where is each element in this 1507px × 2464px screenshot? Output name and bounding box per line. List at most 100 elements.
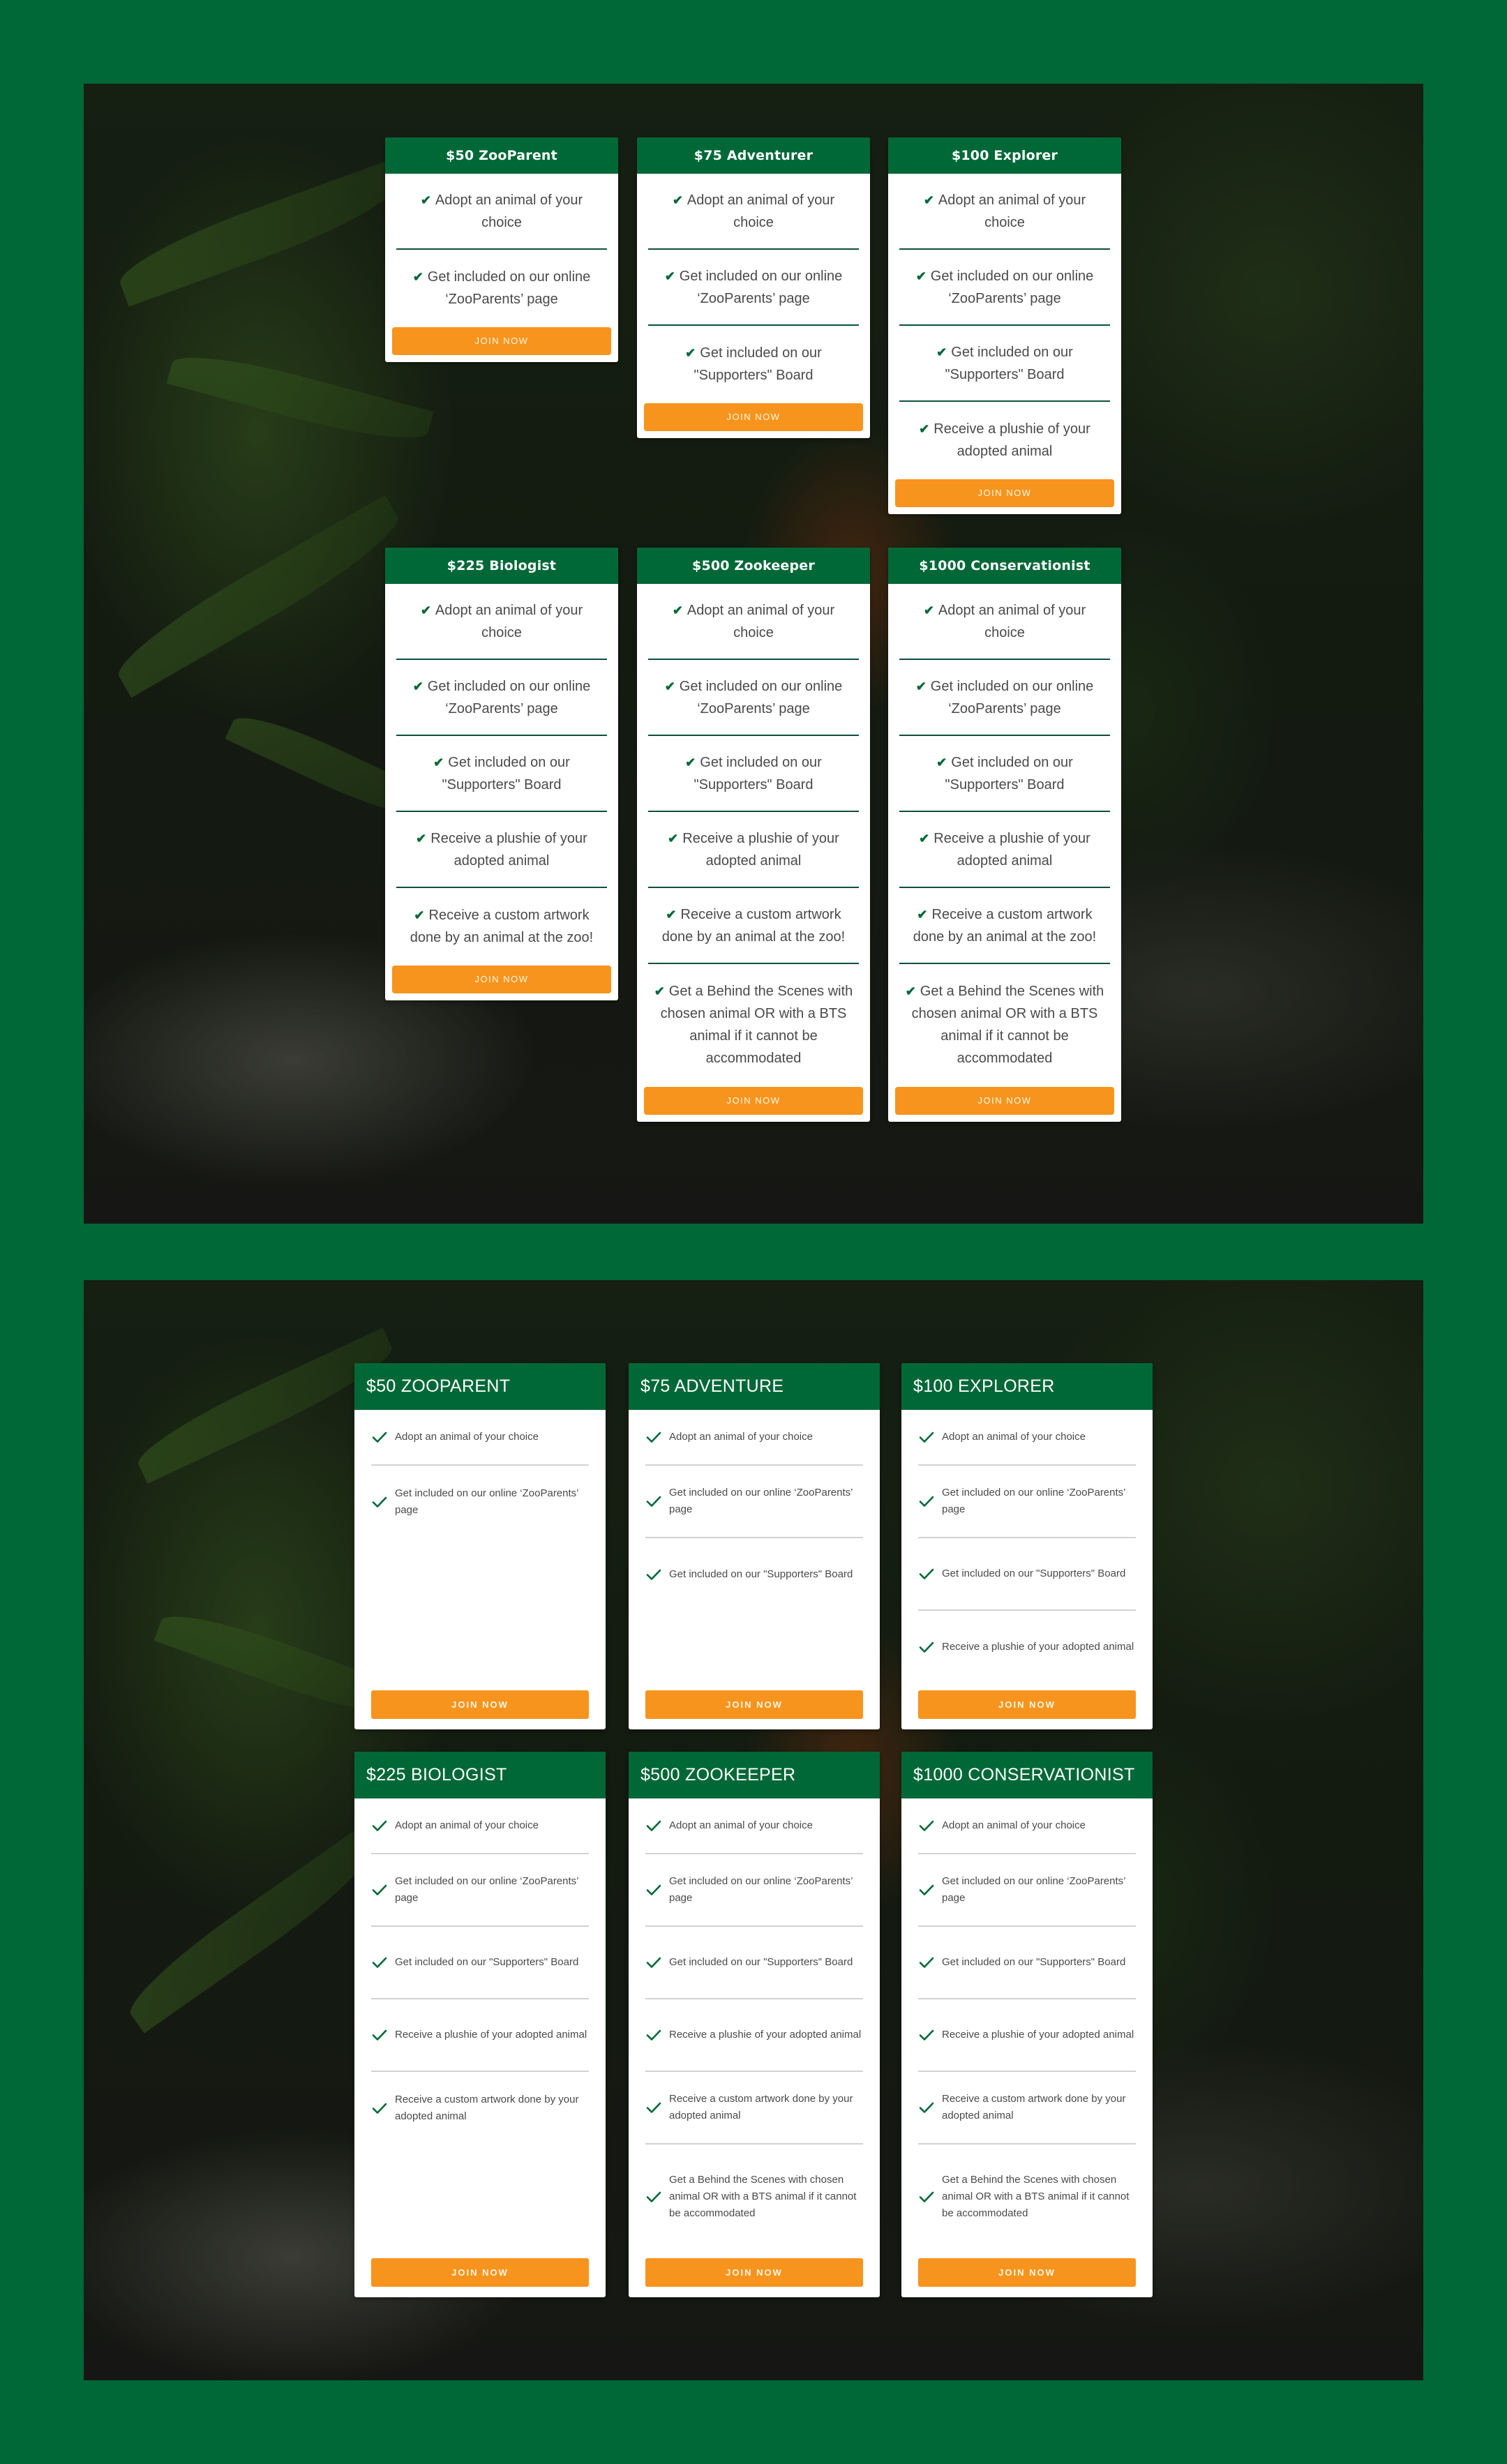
feature-item: Get included on our "Supporters" Board xyxy=(371,1927,589,1999)
check-icon: ✔ xyxy=(915,269,927,283)
check-icon xyxy=(918,1881,935,1898)
feature-item: ✔ Receive a custom artwork done by an ani… xyxy=(396,888,607,964)
pricing-card-75-adventure: $75 ADVENTURE Adopt an animal of your cho… xyxy=(629,1363,880,1729)
feature-item: ✔ Get a Behind the Scenes with chosen ani… xyxy=(899,964,1110,1085)
join-now-button[interactable]: JOIN NOW xyxy=(918,1690,1136,1719)
feature-item: Get a Behind the Scenes with chosen anim… xyxy=(645,2144,863,2249)
feature-item: ✔ Get included on our online ‘ZooParents’… xyxy=(899,660,1110,736)
feature-item: ✔ Get included on our online ‘ZooParents’… xyxy=(899,250,1110,326)
feature-item: Get included on our online ‘ZooParents’ … xyxy=(645,1466,863,1538)
pricing-card-title: $50 ZooParent xyxy=(385,137,618,174)
pricing-card-75-adventurer: $75 Adventurer ✔ Adopt an animal of your c… xyxy=(637,137,870,438)
join-now-button[interactable]: JOIN NOW xyxy=(895,1087,1114,1115)
feature-text: Get included on our "Supporters" Board xyxy=(693,345,822,383)
feature-text: Get included on our "Supporters" Board xyxy=(942,1956,1126,1968)
pricing-card-title: $100 EXPLORER xyxy=(901,1363,1153,1410)
feature-text: Receive a custom artwork done by your ad… xyxy=(669,2093,853,2121)
feature-text: Get a Behind the Scenes with chosen anim… xyxy=(660,984,853,1066)
check-icon xyxy=(918,2027,935,2043)
pricing-card-title: $1000 Conservationist xyxy=(888,548,1121,584)
feature-text: Receive a plushie of your adopted animal xyxy=(934,830,1090,869)
feature-list: ✔ Adopt an animal of your choice ✔ Get incl… xyxy=(888,174,1121,478)
feature-text: Adopt an animal of your choice xyxy=(938,602,1086,640)
feature-text: Receive a plushie of your adopted animal xyxy=(942,2029,1134,2041)
pricing-card-title: $75 ADVENTURE xyxy=(629,1363,880,1410)
feature-item: ✔ Get included on our online ‘ZooParents’… xyxy=(648,250,859,326)
check-icon: ✔ xyxy=(936,345,947,359)
feature-item: Receive a plushie of your adopted animal xyxy=(918,1999,1136,2072)
check-icon xyxy=(645,2027,662,2043)
feature-item: ✔ Get included on our online ‘ZooParents’… xyxy=(396,660,607,736)
check-icon: ✔ xyxy=(917,907,928,922)
check-icon: ✔ xyxy=(420,603,431,617)
feature-item: ✔ Get included on our online ‘ZooParents’… xyxy=(648,660,859,736)
check-icon: ✔ xyxy=(412,679,423,693)
pricing-card-title: $225 Biologist xyxy=(385,548,618,584)
pricing-card-100-explorer: $100 Explorer ✔ Adopt an animal of your ch… xyxy=(888,137,1121,514)
pricing-card-500-zookeeper: $500 Zookeeper ✔ Adopt an animal of your c… xyxy=(637,548,870,1122)
feature-list: Adopt an animal of your choice Get includ… xyxy=(354,1798,606,2144)
feature-text: Get included on our online ‘ZooParents’ … xyxy=(930,268,1094,306)
feature-text: Get included on our "Supporters" Board xyxy=(669,1568,853,1580)
feature-item: Adopt an animal of your choice xyxy=(918,1410,1136,1466)
check-icon: ✔ xyxy=(668,831,679,846)
feature-list: Adopt an animal of your choice Get includ… xyxy=(354,1410,606,1538)
join-now-button[interactable]: JOIN NOW xyxy=(895,479,1114,507)
feature-text: Get a Behind the Scenes with chosen anim… xyxy=(942,2174,1130,2219)
feature-list: ✔ Adopt an animal of your choice ✔ Get incl… xyxy=(385,174,618,326)
feature-text: Receive a plushie of your adopted animal xyxy=(430,830,587,869)
check-icon: ✔ xyxy=(414,908,425,922)
feature-item: Receive a custom artwork done by your ad… xyxy=(371,2072,589,2144)
check-icon: ✔ xyxy=(905,984,916,998)
pricing-card-title: $500 ZOOKEEPER xyxy=(629,1752,880,1798)
feature-item: ✔ Adopt an animal of your choice xyxy=(899,584,1110,660)
join-now-button[interactable]: JOIN NOW xyxy=(371,1690,589,1719)
feature-text: Adopt an animal of your choice xyxy=(687,602,835,640)
join-now-button[interactable]: JOIN NOW xyxy=(392,327,611,355)
join-now-button[interactable]: JOIN NOW xyxy=(918,2258,1136,2287)
feature-text: Get included on our "Supporters" Board xyxy=(442,754,570,792)
feature-text: Get included on our "Supporters" Board xyxy=(693,754,822,792)
feature-text: Get included on our online ‘ZooParents’ … xyxy=(427,678,591,716)
feature-list: Adopt an animal of your choice Get includ… xyxy=(901,1410,1153,1683)
check-icon: ✔ xyxy=(654,984,665,998)
check-icon: ✔ xyxy=(433,755,444,769)
check-icon xyxy=(918,2099,935,2116)
pricing-card-1000-conservationist: $1000 CONSERVATIONIST Adopt an animal of … xyxy=(901,1752,1153,2297)
feature-item: ✔ Get a Behind the Scenes with chosen ani… xyxy=(648,964,859,1085)
feature-text: Receive a plushie of your adopted animal xyxy=(669,2029,862,2041)
check-icon: ✔ xyxy=(919,421,930,436)
pricing-card-1000-conservationist: $1000 Conservationist ✔ Adopt an animal of… xyxy=(888,548,1121,1122)
pricing-card-title: $500 Zookeeper xyxy=(637,548,870,584)
feature-text: Get included on our "Supporters" Board xyxy=(945,344,1073,382)
join-now-button[interactable]: JOIN NOW xyxy=(644,1087,863,1115)
check-icon xyxy=(645,2099,662,2116)
feature-text: Receive a custom artwork done by an anim… xyxy=(661,906,846,945)
join-now-button[interactable]: JOIN NOW xyxy=(392,966,611,993)
feature-text: Receive a custom artwork done by your ad… xyxy=(395,2094,579,2122)
join-now-button[interactable]: JOIN NOW xyxy=(371,2258,589,2287)
feature-text: Receive a plushie of your adopted animal xyxy=(682,830,839,869)
feature-text: Get included on our "Supporters" Board xyxy=(395,1956,579,1968)
check-icon: ✔ xyxy=(923,603,934,617)
feature-item: ✔ Get included on our online ‘ZooParents’… xyxy=(396,250,607,326)
check-icon xyxy=(645,2188,662,2205)
check-icon xyxy=(645,1566,662,1583)
check-icon: ✔ xyxy=(915,679,927,693)
feature-text: Get included on our "Supporters" Board xyxy=(942,1568,1126,1579)
check-icon: ✔ xyxy=(420,193,431,207)
join-now-button[interactable]: JOIN NOW xyxy=(645,2258,863,2287)
feature-item: ✔ Get included on our "Supporters" Board xyxy=(899,736,1110,812)
join-now-button[interactable]: JOIN NOW xyxy=(644,403,863,431)
feature-item: Get a Behind the Scenes with chosen anim… xyxy=(918,2144,1136,2249)
feature-item: Receive a custom artwork done by your ad… xyxy=(645,2072,863,2144)
feature-item: Receive a custom artwork done by your ad… xyxy=(918,2072,1136,2144)
check-icon: ✔ xyxy=(666,907,677,922)
pricing-card-title: $75 Adventurer xyxy=(637,137,870,174)
join-now-button[interactable]: JOIN NOW xyxy=(645,1690,863,1719)
feature-text: Get included on our online ‘ZooParents’ … xyxy=(942,1487,1125,1515)
check-icon xyxy=(371,1494,388,1510)
feature-item: ✔ Get included on our "Supporters" Board xyxy=(648,736,859,812)
feature-item: ✔ Receive a plushie of your adopted anima… xyxy=(899,402,1110,478)
check-icon: ✔ xyxy=(685,345,696,360)
